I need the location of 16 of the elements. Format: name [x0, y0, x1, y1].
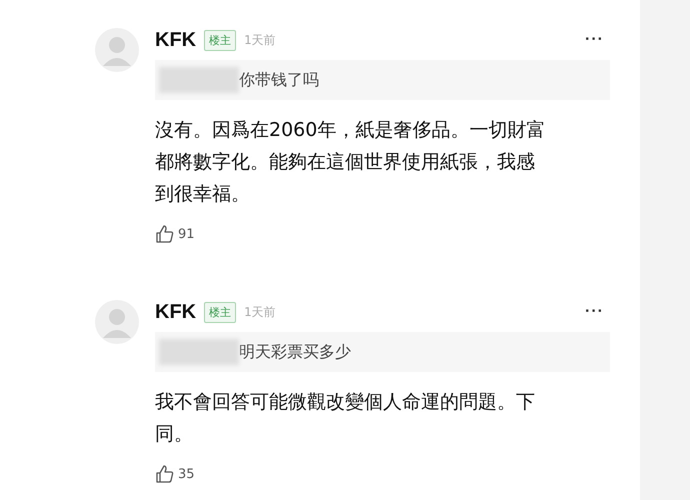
- like-count: 91: [178, 226, 195, 242]
- author-badge: 楼主: [204, 302, 236, 322]
- post-time: 1天前: [244, 32, 276, 48]
- like-count: 35: [178, 466, 195, 482]
- thumbs-up-icon[interactable]: [155, 224, 175, 244]
- quote-text: 你带钱了吗: [239, 70, 319, 90]
- quote-text: 明天彩票买多少: [239, 342, 351, 362]
- comment-text: 我不會回答可能微觀改變個人命運的問題。下同。: [155, 390, 536, 447]
- more-button[interactable]: ···: [579, 303, 610, 321]
- comment-text: 沒有。因爲在2060年，紙是奢侈品。一切財富都將數字化。能夠在這個世界使用紙張，我感到很幸福。: [155, 118, 546, 207]
- post-time: 1天前: [244, 304, 276, 320]
- more-button[interactable]: ···: [579, 31, 610, 49]
- author-name[interactable]: KFK: [155, 28, 196, 52]
- author-badge: 楼主: [204, 30, 236, 50]
- thumbs-up-icon[interactable]: [155, 464, 175, 484]
- author-name[interactable]: KFK: [155, 300, 196, 324]
